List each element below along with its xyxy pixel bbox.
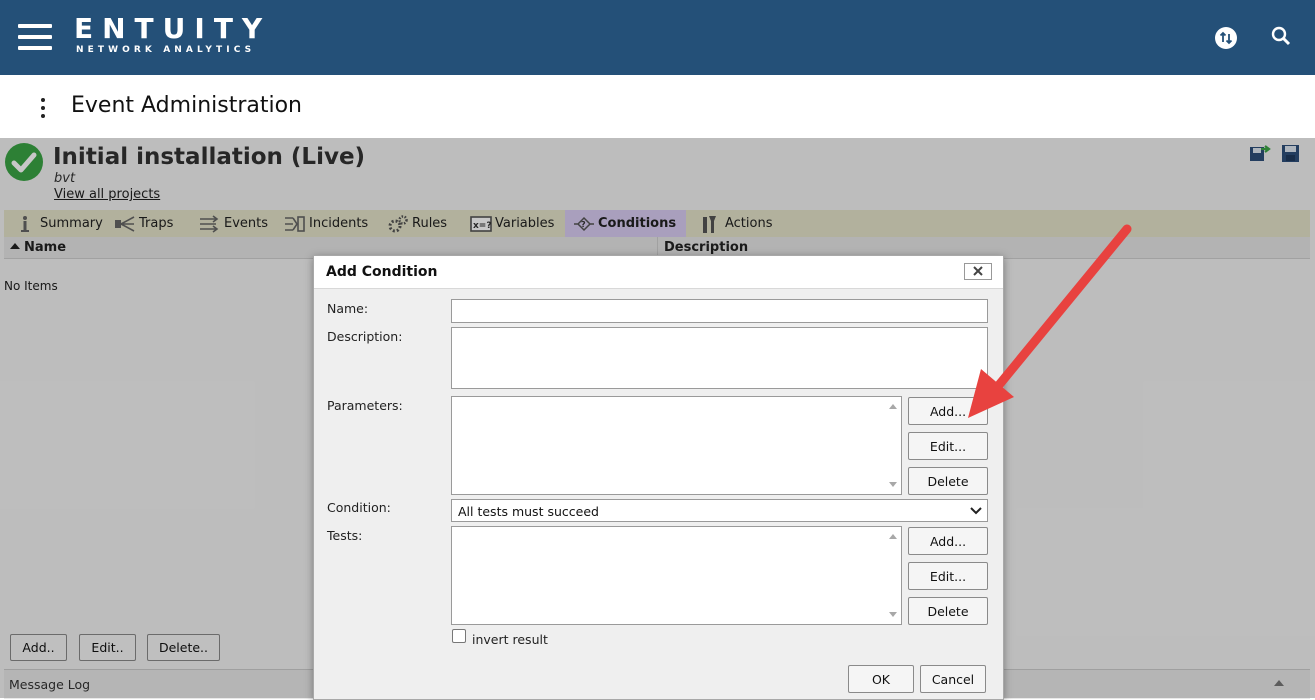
tests-label: Tests: <box>327 528 363 543</box>
invert-result-checkbox[interactable] <box>452 629 466 643</box>
parameters-label: Parameters: <box>327 398 403 413</box>
scroll-up-icon[interactable] <box>889 534 897 539</box>
page-header: Event Administration <box>0 75 1315 138</box>
top-bar: ENTUITY NETWORK ANALYTICS <box>0 0 1315 75</box>
logo-subtitle: NETWORK ANALYTICS <box>76 45 256 55</box>
description-field[interactable] <box>451 327 988 389</box>
logo: ENTUITY <box>74 12 272 45</box>
ok-button[interactable]: OK <box>848 665 914 693</box>
tests-delete-button[interactable]: Delete <box>908 597 988 625</box>
tests-list[interactable] <box>451 526 902 625</box>
scroll-up-icon[interactable] <box>889 404 897 409</box>
cancel-button[interactable]: Cancel <box>920 665 986 693</box>
more-options-icon[interactable] <box>38 98 48 118</box>
description-label: Description: <box>327 329 403 344</box>
sync-icon[interactable] <box>1213 25 1239 51</box>
search-icon[interactable] <box>1268 24 1294 50</box>
dialog-title: Add Condition <box>326 264 438 280</box>
invert-result-label: invert result <box>472 632 548 647</box>
parameters-add-button[interactable]: Add... <box>908 397 988 425</box>
dialog-header: Add Condition <box>314 256 1003 289</box>
name-field[interactable] <box>451 299 988 323</box>
parameters-list[interactable] <box>451 396 902 495</box>
parameters-edit-button[interactable]: Edit... <box>908 432 988 460</box>
condition-selected-value: All tests must succeed <box>458 504 599 519</box>
name-label: Name: <box>327 301 369 316</box>
parameters-delete-button[interactable]: Delete <box>908 467 988 495</box>
condition-select[interactable]: All tests must succeed <box>451 499 988 522</box>
scroll-down-icon[interactable] <box>889 612 897 617</box>
tests-add-button[interactable]: Add... <box>908 527 988 555</box>
menu-icon[interactable] <box>18 24 52 50</box>
close-icon[interactable] <box>964 263 992 280</box>
condition-label: Condition: <box>327 500 391 515</box>
scroll-down-icon[interactable] <box>889 482 897 487</box>
page-title: Event Administration <box>71 93 302 118</box>
chevron-down-icon <box>970 507 982 515</box>
tests-edit-button[interactable]: Edit... <box>908 562 988 590</box>
add-condition-dialog: Add Condition Name: Description: Paramet… <box>313 255 1004 700</box>
